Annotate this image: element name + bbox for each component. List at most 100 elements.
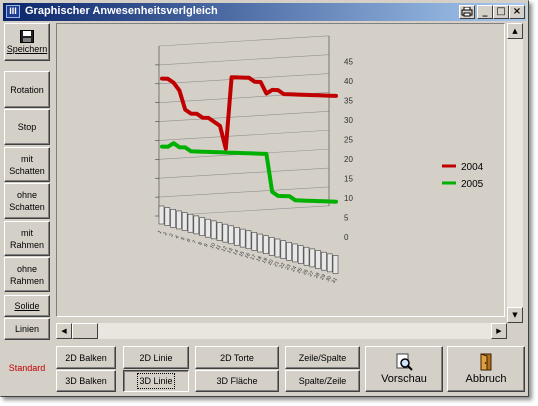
close-button[interactable]: × [509, 5, 525, 19]
ohne-rahmen-button[interactable]: ohne Rahmen [4, 257, 50, 292]
chart-canvas: 1 2 3 4 5 6 7 8 9 1011121314151617181920212223242… [155, 35, 484, 285]
floor-block [315, 250, 321, 269]
spalte-zeile-label: Spalte/Zeile [298, 376, 347, 386]
right-tick-label: 35 [344, 97, 353, 106]
print-icon [461, 6, 473, 17]
2d-linie-label: 2D Linie [139, 352, 173, 363]
minimize-button[interactable]: _ [477, 5, 493, 19]
3d-flaeche-label: 3D Fläche [216, 376, 258, 386]
mit-schatten-button[interactable]: mit Schatten [4, 147, 50, 182]
floor-block [286, 242, 292, 261]
right-tick-label: 15 [344, 175, 353, 184]
floor-block [205, 218, 211, 238]
right-tick-label: 0 [344, 233, 349, 242]
linien-button[interactable]: Linien [4, 318, 50, 340]
scroll-up-arrow-icon[interactable]: ▲ [507, 23, 523, 39]
stop-button[interactable]: Stop [4, 109, 50, 145]
floor-block [199, 217, 205, 236]
floor-block [239, 228, 246, 248]
exit-door-icon [480, 353, 492, 371]
mit-rahmen-button[interactable]: mit Rahmen [4, 221, 50, 256]
grid-line [158, 186, 330, 198]
spalte-zeile-button[interactable]: Spalte/Zeile [285, 370, 360, 392]
abbruch-button[interactable]: Abbruch [447, 346, 525, 392]
mit-schatten-label-2: Schatten [9, 165, 45, 176]
standard-label[interactable]: Standard [4, 353, 50, 383]
floor-block [170, 209, 176, 228]
save-label: Speichern [6, 43, 48, 54]
window-title: Graphischer Anwesenheitsverlgleich [25, 5, 218, 17]
vertical-scrollbar[interactable]: ▲ ▼ [507, 23, 523, 323]
app-window: III Graphischer Anwesenheitsverlgleich _… [0, 0, 529, 397]
title-bar[interactable]: III Graphischer Anwesenheitsverlgleich _… [3, 3, 526, 21]
floor-block [158, 205, 165, 225]
floor-block [303, 246, 310, 266]
print-button[interactable] [459, 5, 475, 19]
floor-block [216, 222, 223, 241]
rotation-button[interactable]: Rotation [4, 71, 50, 108]
floor-block [193, 215, 200, 235]
right-tick-label: 25 [344, 136, 353, 145]
2d-balken-button[interactable]: 2D Balken [56, 346, 116, 369]
app-icon: III [6, 5, 20, 18]
vorschau-button[interactable]: Vorschau [365, 346, 443, 392]
ohne-rahmen-label-1: ohne [16, 263, 38, 274]
legend-label-2004: 2004 [461, 162, 484, 173]
floor-block [321, 251, 327, 271]
solide-button[interactable]: Solide [4, 295, 50, 317]
floor-block [187, 213, 194, 233]
grid-line [158, 167, 330, 179]
series-line-2004 [160, 75, 338, 151]
ohne-schatten-label-1: ohne [16, 190, 38, 200]
floor-block [181, 212, 188, 231]
horizontal-scrollbar[interactable]: ◀ ▶ [56, 323, 507, 339]
scroll-down-arrow-icon[interactable]: ▼ [507, 307, 523, 323]
scroll-left-arrow-icon[interactable]: ◀ [56, 323, 72, 339]
horizontal-scroll-thumb[interactable] [72, 323, 98, 339]
chart-area: 1 2 3 4 5 6 7 8 9 10 11 12 13 14 15 16 17 18 19 20 21 22 23 24 2… [56, 23, 505, 317]
floor-block [222, 223, 229, 243]
right-tick-label: 20 [344, 155, 353, 164]
floor-block [263, 235, 269, 254]
floor-block [274, 238, 281, 258]
floor-block [228, 225, 234, 245]
save-button[interactable]: Speichern [4, 23, 50, 61]
solide-label: Solide [14, 301, 40, 311]
3d-balken-button[interactable]: 3D Balken [56, 370, 116, 392]
floor-block [257, 233, 263, 253]
floor-block [292, 243, 298, 263]
floor-block [210, 220, 217, 240]
2d-torte-button[interactable]: 2D Torte [195, 346, 279, 369]
right-tick-label: 40 [344, 77, 353, 86]
floor-block [251, 232, 258, 251]
floor-block [326, 253, 333, 273]
floor-block [234, 227, 240, 246]
vorschau-label: Vorschau [381, 373, 427, 385]
3d-flaeche-button[interactable]: 3D Fläche [195, 370, 279, 392]
series-line-2005 [160, 141, 338, 204]
legend-label-2005: 2005 [461, 179, 484, 190]
floor-block [164, 207, 171, 226]
3d-linie-button[interactable]: 3D Linie [123, 370, 189, 392]
3d-balken-label: 3D Balken [65, 376, 107, 386]
mit-schatten-label-1: mit [21, 153, 33, 164]
zeile-spalte-button[interactable]: Zeile/Spalte [285, 346, 360, 369]
scroll-right-arrow-icon[interactable]: ▶ [491, 323, 507, 339]
stop-label: Stop [17, 122, 37, 132]
ohne-rahmen-label-2: Rahmen [9, 275, 45, 286]
maximize-button[interactable]: □ [493, 5, 509, 19]
ohne-schatten-label-2: Schatten [9, 202, 45, 212]
2d-balken-label: 2D Balken [65, 352, 107, 363]
linien-label: Linien [14, 324, 40, 334]
grid-line [158, 111, 330, 122]
rotation-label: Rotation [10, 84, 44, 95]
abbruch-label: Abbruch [465, 373, 507, 385]
grid-line [158, 35, 330, 47]
ohne-schatten-button[interactable]: ohne Schatten [4, 183, 50, 219]
floor-block [268, 237, 275, 256]
mit-rahmen-label-1: mit [21, 227, 33, 238]
preview-magnifier-icon [396, 353, 413, 371]
2d-linie-button[interactable]: 2D Linie [123, 346, 189, 369]
right-tick-label: 5 [344, 214, 349, 223]
right-tick-label: 10 [344, 194, 353, 203]
